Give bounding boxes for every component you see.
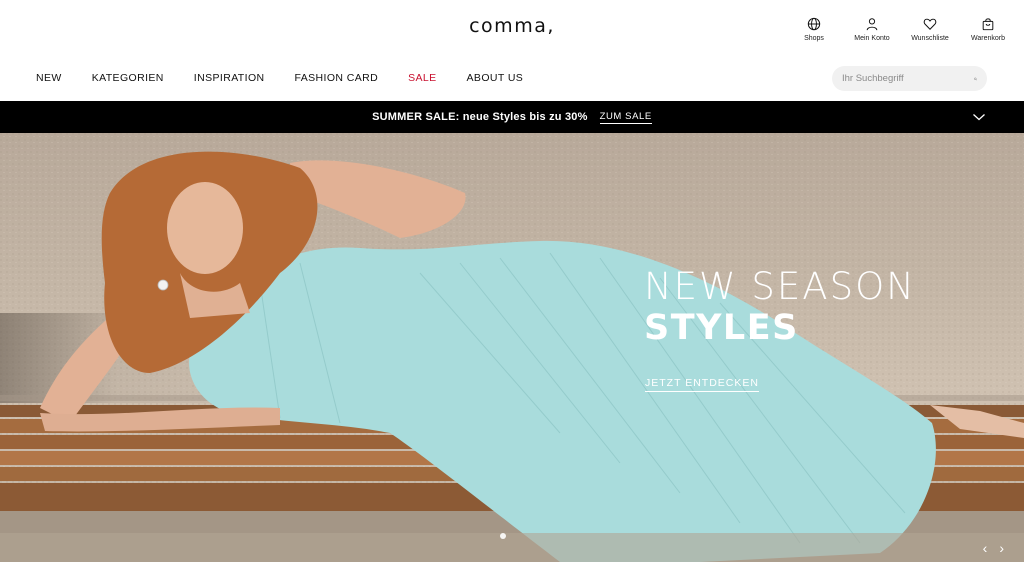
account-label: Mein Konto (854, 35, 890, 42)
wishlist-label: Wunschliste (911, 35, 949, 42)
shops-link[interactable]: Shops (792, 17, 836, 42)
heart-icon (923, 18, 937, 30)
hero-headline-line1: NEW SEASON (644, 265, 916, 308)
carousel-arrows: ‹ › (983, 541, 1004, 555)
nav-item-about-us[interactable]: ABOUT US (467, 72, 524, 84)
hero-banner[interactable]: NEW SEASON STYLES JETZT ENTDECKEN ‹ › (0, 133, 1024, 562)
promo-text: SUMMER SALE: neue Styles bis zu 30% (372, 111, 588, 123)
carousel-dot-1[interactable] (500, 533, 506, 539)
nav-item-kategorien[interactable]: KATEGORIEN (92, 72, 164, 84)
globe-icon (807, 17, 821, 31)
user-icon (866, 18, 878, 31)
nav-item-sale[interactable]: SALE (408, 72, 436, 84)
search-icon[interactable] (974, 73, 977, 85)
search-box (832, 66, 987, 91)
shops-label: Shops (804, 35, 824, 42)
account-link[interactable]: Mein Konto (850, 17, 894, 42)
main-nav: NEW KATEGORIEN INSPIRATION FASHION CARD … (36, 72, 553, 84)
nav-item-inspiration[interactable]: INSPIRATION (194, 72, 265, 84)
wishlist-link[interactable]: Wunschliste (908, 17, 952, 42)
carousel-prev-button[interactable]: ‹ (983, 541, 988, 555)
hero-cta-link[interactable]: JETZT ENTDECKEN (645, 377, 759, 392)
search-input[interactable] (842, 73, 974, 84)
hero-headline: NEW SEASON STYLES (644, 267, 916, 349)
bag-icon (982, 18, 994, 31)
cart-link[interactable]: Warenkorb (966, 17, 1010, 42)
promo-link[interactable]: ZUM SALE (599, 111, 652, 124)
hero-headline-line2: STYLES (644, 308, 799, 348)
nav-item-fashion-card[interactable]: FASHION CARD (295, 72, 379, 84)
chevron-down-icon[interactable] (972, 110, 986, 124)
utility-nav: Shops Mein Konto Wunschliste Warenkorb (792, 17, 1010, 42)
nav-item-new[interactable]: NEW (36, 72, 62, 84)
carousel-next-button[interactable]: › (999, 541, 1004, 555)
cart-label: Warenkorb (971, 35, 1005, 42)
carousel-dots (500, 533, 506, 539)
promo-bar: SUMMER SALE: neue Styles bis zu 30% ZUM … (0, 101, 1024, 133)
site-header: comma, Shops Mein Konto Wunschliste Ware… (0, 0, 1024, 101)
